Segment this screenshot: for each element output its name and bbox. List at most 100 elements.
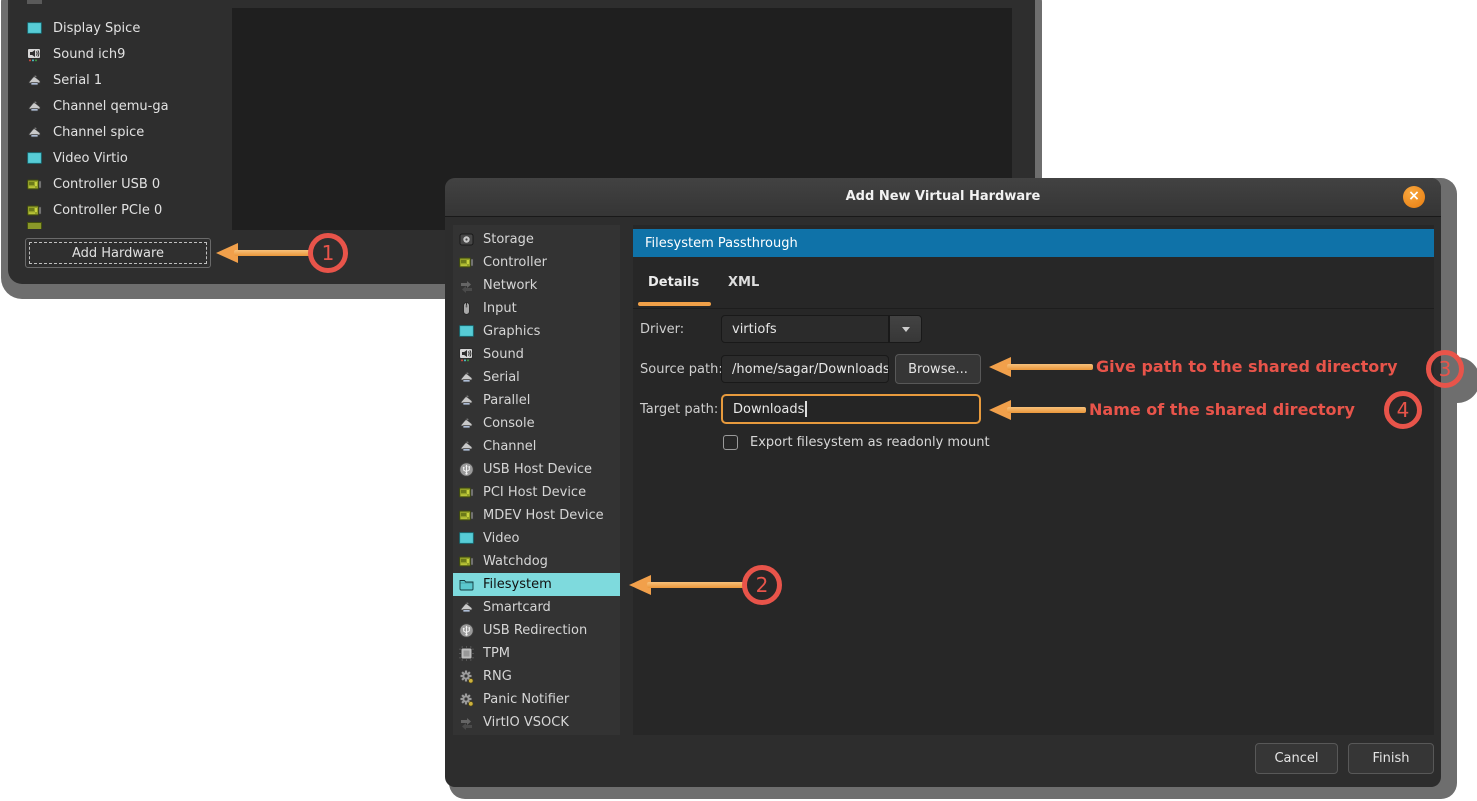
sidebar-item-label: Network — [483, 278, 537, 293]
serial-icon — [459, 439, 474, 454]
sidebar-item-parallel[interactable]: Parallel — [453, 389, 620, 412]
dialog-main-panel: Filesystem Passthrough Details XML Drive… — [633, 225, 1434, 735]
sidebar-item-storage[interactable]: Storage — [453, 228, 620, 251]
annotation-circle-2: 2 — [742, 565, 782, 605]
controller-icon — [459, 554, 474, 569]
sidebar-item-label: Channel — [483, 439, 536, 454]
finish-button[interactable]: Finish — [1348, 743, 1434, 774]
sidebar-item-label: Parallel — [483, 393, 530, 408]
hardware-list-item-controller-usb-0[interactable]: Controller USB 0 — [22, 171, 234, 197]
hardware-item-label: Controller PCIe 0 — [53, 203, 162, 218]
tab-xml[interactable]: XML — [728, 257, 759, 308]
hardware-list-item-video-virtio[interactable]: Video Virtio — [22, 145, 234, 171]
sidebar-item-smartcard[interactable]: Smartcard — [453, 596, 620, 619]
hardware-list-item-sound-ich9[interactable]: Sound ich9 — [22, 41, 234, 67]
hardware-item-label: Controller USB 0 — [53, 177, 160, 192]
sidebar-item-channel[interactable]: Channel — [453, 435, 620, 458]
sidebar-item-label: Controller — [483, 255, 547, 270]
annotation-arrow-1-shaft — [234, 250, 310, 256]
device-type-list: Storage Controller Network Input Graphic… — [453, 225, 620, 735]
text-cursor — [805, 401, 807, 417]
tab-details[interactable]: Details — [648, 257, 699, 308]
controller-icon — [27, 203, 42, 218]
tpm-icon — [459, 646, 474, 661]
serial-icon — [27, 73, 42, 88]
display-icon — [27, 21, 42, 36]
sidebar-item-controller[interactable]: Controller — [453, 251, 620, 274]
source-path-value: /home/sagar/Downloads — [732, 362, 889, 377]
sidebar-item-filesystem[interactable]: Filesystem — [453, 573, 620, 596]
sidebar-item-label: TPM — [483, 646, 510, 661]
driver-label: Driver: — [640, 315, 684, 343]
sidebar-item-mdev-host-device[interactable]: MDEV Host Device — [453, 504, 620, 527]
serial-icon — [459, 370, 474, 385]
sidebar-item-watchdog[interactable]: Watchdog — [453, 550, 620, 573]
sidebar-item-network[interactable]: Network — [453, 274, 620, 297]
source-path-input[interactable]: /home/sagar/Downloads — [721, 355, 889, 383]
sidebar-item-video[interactable]: Video — [453, 527, 620, 550]
sidebar-item-tpm[interactable]: TPM — [453, 642, 620, 665]
hardware-list-item-display-spice[interactable]: Display Spice — [22, 15, 234, 41]
hardware-item-label: Display Spice — [53, 21, 140, 36]
sidebar-item-label: Watchdog — [483, 554, 548, 569]
hardware-list-item-channel-spice[interactable]: Channel spice — [22, 119, 234, 145]
display-icon — [27, 151, 42, 166]
add-hardware-button[interactable]: Add Hardware — [25, 238, 211, 268]
hardware-item-label: Video Virtio — [53, 151, 128, 166]
sidebar-item-label: Smartcard — [483, 600, 551, 615]
folder-icon — [459, 577, 474, 592]
readonly-checkbox[interactable] — [723, 435, 738, 450]
controller-icon — [459, 508, 474, 523]
sidebar-item-label: USB Redirection — [483, 623, 587, 638]
sidebar-item-label: Graphics — [483, 324, 540, 339]
annotation-arrow-3-shaft — [1007, 364, 1093, 370]
hardware-item-label: Serial 1 — [53, 73, 102, 88]
sidebar-item-serial[interactable]: Serial — [453, 366, 620, 389]
sidebar-item-label: RNG — [483, 669, 512, 684]
sidebar-item-usb-redirection[interactable]: USB Redirection — [453, 619, 620, 642]
dialog-title: Add New Virtual Hardware — [445, 189, 1441, 204]
sidebar-item-pci-host-device[interactable]: PCI Host Device — [453, 481, 620, 504]
sidebar-item-panic-notifier[interactable]: Panic Notifier — [453, 688, 620, 711]
controller-icon — [459, 255, 474, 270]
sidebar-item-label: Serial — [483, 370, 520, 385]
sound-icon — [459, 347, 474, 362]
close-icon[interactable]: × — [1403, 186, 1425, 208]
readonly-checkbox-label: Export filesystem as readonly mount — [750, 428, 990, 456]
display-icon — [459, 324, 474, 339]
driver-select[interactable]: virtiofs — [721, 315, 889, 343]
serial-icon — [27, 125, 42, 140]
sidebar-item-virtio-vsock[interactable]: VirtIO VSOCK — [453, 711, 620, 734]
source-path-label: Source path: — [640, 355, 723, 383]
hardware-list-item-controller-pcie-0[interactable]: Controller PCIe 0 — [22, 197, 234, 223]
controller-icon — [27, 177, 42, 192]
sidebar-item-label: Input — [483, 301, 517, 316]
sidebar-item-label: Filesystem — [483, 577, 552, 592]
sidebar-item-rng[interactable]: RNG — [453, 665, 620, 688]
sidebar-item-input[interactable]: Input — [453, 297, 620, 320]
serial-icon — [459, 600, 474, 615]
browse-button[interactable]: Browse... — [895, 354, 981, 384]
sidebar-item-usb-host-device[interactable]: USB Host Device — [453, 458, 620, 481]
target-path-input[interactable]: Downloads — [721, 394, 981, 424]
hardware-list-item-serial-1[interactable]: Serial 1 — [22, 67, 234, 93]
dialog-titlebar[interactable]: Add New Virtual Hardware × — [445, 178, 1441, 217]
sidebar-item-graphics[interactable]: Graphics — [453, 320, 620, 343]
sound-icon — [27, 47, 42, 62]
add-hardware-dialog: Add New Virtual Hardware × Storage Contr… — [445, 178, 1441, 787]
sidebar-item-label: Storage — [483, 232, 534, 247]
tab-strip: Details XML — [633, 257, 1434, 309]
sidebar-item-label: MDEV Host Device — [483, 508, 604, 523]
hardware-list-item-channel-qemu-ga[interactable]: Channel qemu-ga — [22, 93, 234, 119]
cancel-button[interactable]: Cancel — [1255, 743, 1338, 774]
target-path-label: Target path: — [640, 395, 718, 423]
target-path-value: Downloads — [733, 402, 804, 417]
hardware-item-label: Channel spice — [53, 125, 144, 140]
sidebar-item-label: Sound — [483, 347, 524, 362]
driver-dropdown-button[interactable] — [889, 315, 922, 343]
usb-icon — [459, 623, 474, 638]
sidebar-item-label: USB Host Device — [483, 462, 592, 477]
sidebar-item-sound[interactable]: Sound — [453, 343, 620, 366]
sidebar-item-console[interactable]: Console — [453, 412, 620, 435]
serial-icon — [27, 99, 42, 114]
